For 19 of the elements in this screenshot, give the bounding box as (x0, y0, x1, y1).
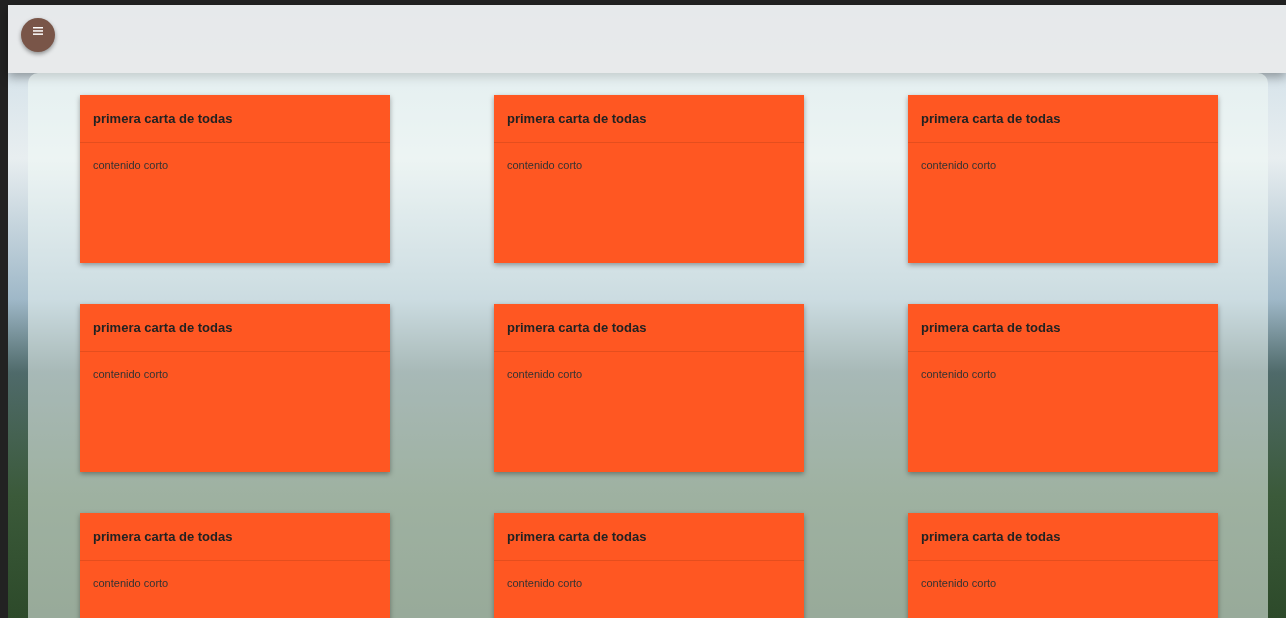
card-title: primera carta de todas (93, 320, 233, 335)
menu-icon (33, 27, 43, 35)
card-content: contenido corto (921, 577, 997, 589)
card-title: primera carta de todas (93, 111, 233, 126)
card-title: primera carta de todas (921, 529, 1061, 544)
card-title: primera carta de todas (921, 111, 1061, 126)
card-title: primera carta de todas (507, 320, 647, 335)
card-content: contenido corto (507, 577, 583, 589)
card-title: primera carta de todas (507, 111, 647, 126)
card-title: primera carta de todas (507, 529, 647, 544)
card-title: primera carta de todas (93, 529, 233, 544)
card-title: primera carta de todas (921, 320, 1061, 335)
card-content: contenido corto (93, 368, 169, 380)
card-content: contenido corto (93, 159, 169, 171)
card-content: contenido corto (507, 368, 583, 380)
card-content: contenido corto (921, 159, 997, 171)
card-content: contenido corto (507, 159, 583, 171)
card-content: contenido corto (93, 577, 169, 589)
card-content: contenido corto (921, 368, 997, 380)
